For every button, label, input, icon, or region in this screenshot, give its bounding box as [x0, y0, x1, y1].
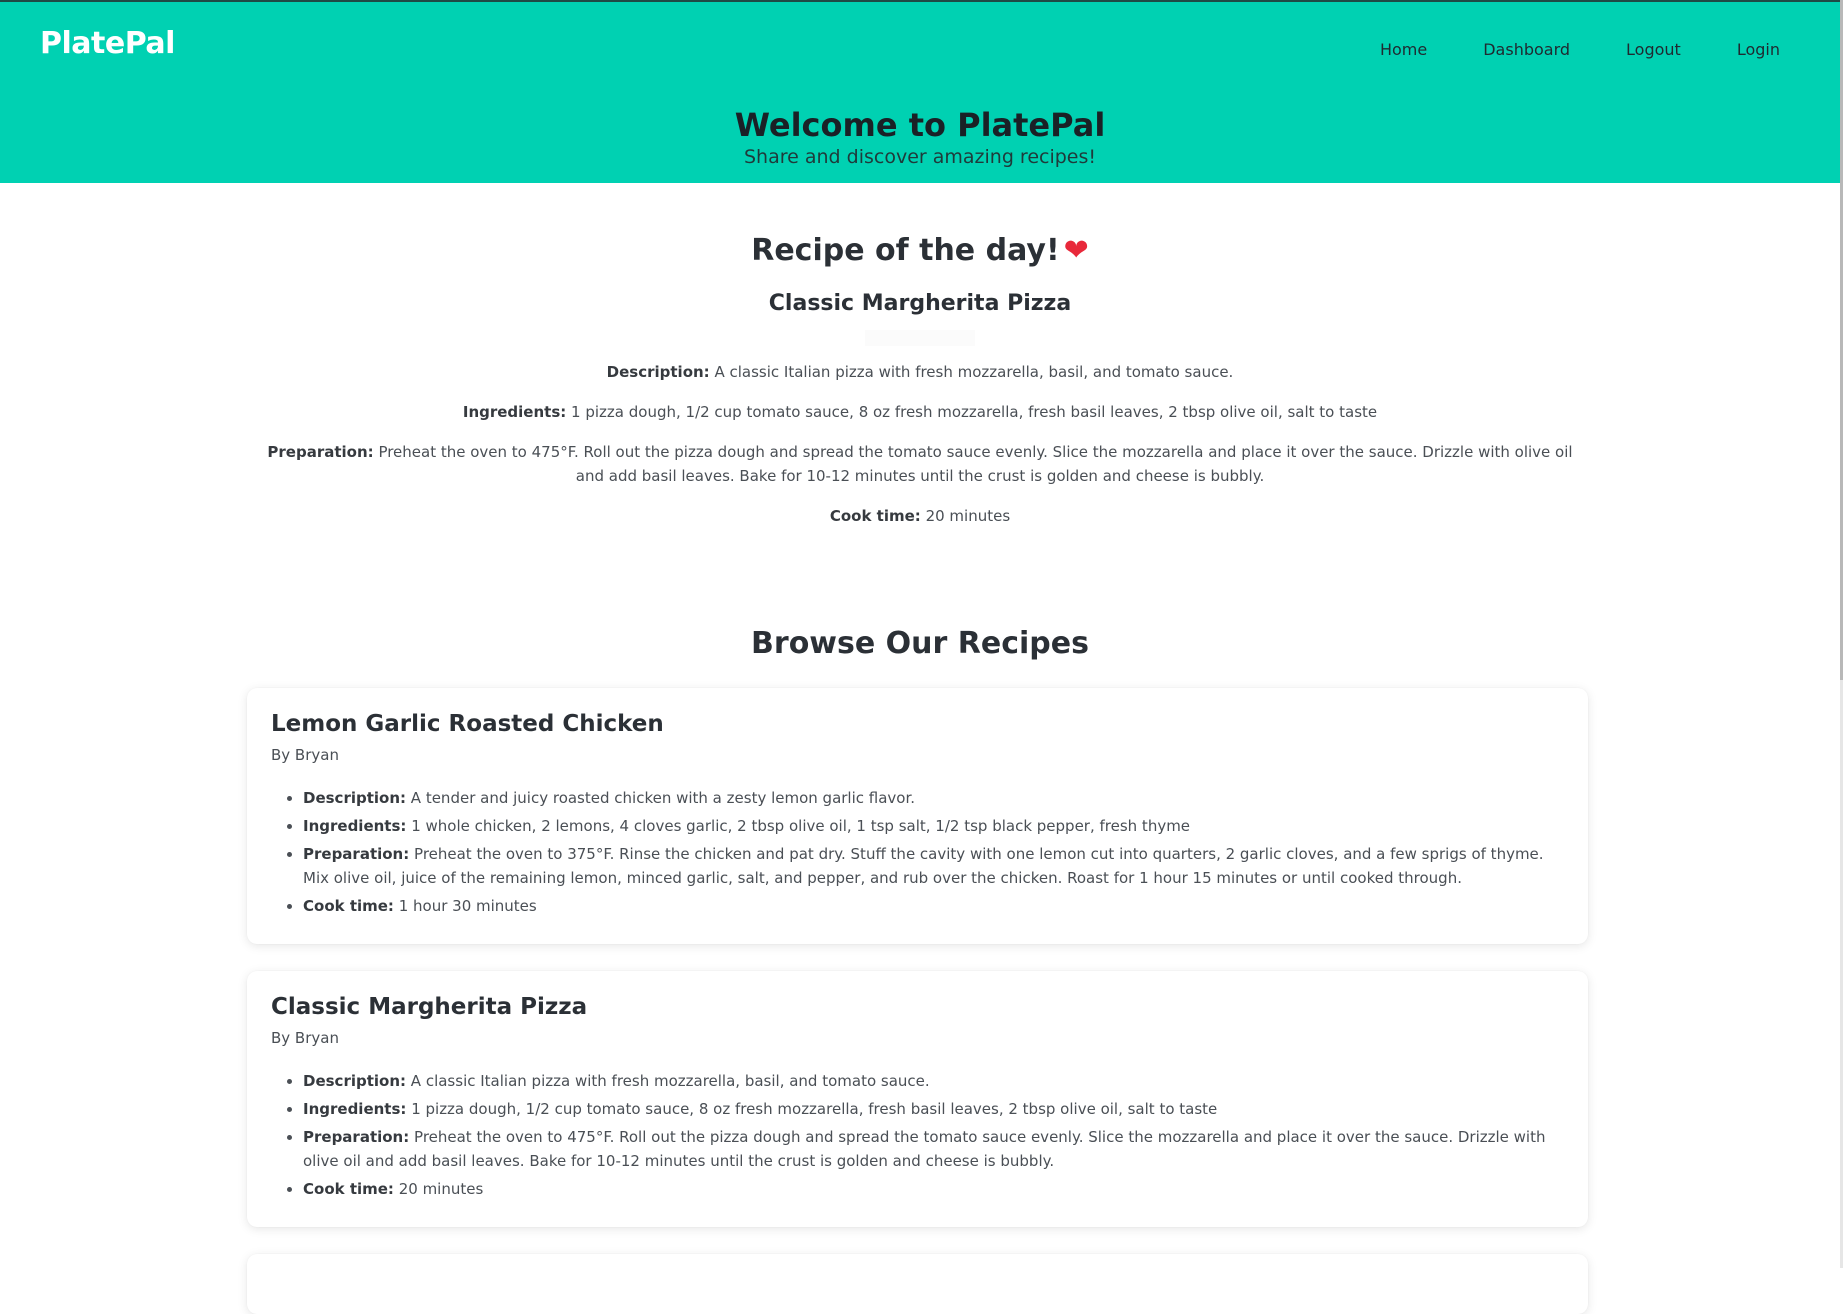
recipe-preparation-text: Preheat the oven to 375°F. Rinse the chi…: [303, 845, 1544, 887]
rotd-heading: Recipe of the day! ❤: [0, 230, 1840, 272]
rotd-description-text: A classic Italian pizza with fresh mozza…: [714, 363, 1234, 381]
recipe-card[interactable]: Lemon Garlic Roasted Chicken By Bryan De…: [247, 688, 1588, 944]
recipe-preparation: Preparation: Preheat the oven to 375°F. …: [303, 842, 1564, 890]
rotd-cook-time-text: 20 minutes: [925, 507, 1011, 525]
hero-title: Welcome to PlatePal: [734, 106, 1106, 144]
recipe-ingredients-text: 1 pizza dough, 1/2 cup tomato sauce, 8 o…: [411, 1100, 1218, 1118]
recipe-ingredients-label: Ingredients:: [303, 817, 407, 835]
rotd-preparation-label: Preparation:: [267, 443, 374, 461]
recipe-cook-time: Cook time: 20 minutes: [303, 1177, 1564, 1201]
recipe-card-author: By Bryan: [271, 1029, 339, 1047]
recipe-cook-time-label: Cook time:: [303, 1180, 394, 1198]
rotd-recipe-name: Classic Margherita Pizza: [768, 291, 1072, 316]
rotd-image-placeholder: [865, 330, 975, 346]
recipe-description-label: Description:: [303, 1072, 407, 1090]
rotd-description-label: Description:: [606, 363, 710, 381]
recipe-card-author: By Bryan: [271, 746, 339, 764]
nav-dashboard-link[interactable]: Dashboard: [1455, 36, 1598, 63]
recipe-cook-time-text: 1 hour 30 minutes: [398, 897, 537, 915]
rotd-ingredients-label: Ingredients:: [462, 403, 567, 421]
recipe-ingredients-text: 1 whole chicken, 2 lemons, 4 cloves garl…: [411, 817, 1191, 835]
recipe-card-partial[interactable]: [247, 1254, 1588, 1314]
recipe-ingredients: Ingredients: 1 whole chicken, 2 lemons, …: [303, 814, 1564, 838]
recipe-description-text: A classic Italian pizza with fresh mozza…: [410, 1072, 930, 1090]
recipe-description-text: A tender and juicy roasted chicken with …: [410, 789, 916, 807]
recipe-preparation: Preparation: Preheat the oven to 475°F. …: [303, 1125, 1564, 1173]
recipe-description: Description: A tender and juicy roasted …: [303, 786, 1564, 810]
rotd-cook-time: Cook time: 20 minutes: [260, 504, 1580, 528]
recipe-card-title[interactable]: Lemon Garlic Roasted Chicken: [271, 708, 1564, 740]
nav-logout-link[interactable]: Logout: [1598, 36, 1709, 63]
brand-logo[interactable]: PlatePal: [40, 26, 175, 61]
recipe-description: Description: A classic Italian pizza wit…: [303, 1069, 1564, 1093]
recipe-preparation-label: Preparation:: [303, 1128, 410, 1146]
rotd-preparation: Preparation: Preheat the oven to 475°F. …: [260, 440, 1580, 488]
recipe-card-title[interactable]: Classic Margherita Pizza: [271, 991, 1564, 1023]
recipe-description-label: Description:: [303, 789, 407, 807]
recipe-cook-time: Cook time: 1 hour 30 minutes: [303, 894, 1564, 918]
rotd-description: Description: A classic Italian pizza wit…: [260, 360, 1580, 384]
browse-recipes-title: Browse Our Recipes: [751, 626, 1089, 661]
recipe-details-list: Description: A classic Italian pizza wit…: [271, 1069, 1564, 1201]
recipe-cook-time-text: 20 minutes: [398, 1180, 484, 1198]
recipe-preparation-text: Preheat the oven to 475°F. Roll out the …: [303, 1128, 1546, 1170]
recipe-cook-time-label: Cook time:: [303, 897, 394, 915]
recipe-preparation-label: Preparation:: [303, 845, 410, 863]
rotd-preparation-text: Preheat the oven to 475°F. Roll out the …: [378, 443, 1573, 485]
rotd-ingredients-text: 1 pizza dough, 1/2 cup tomato sauce, 8 o…: [571, 403, 1378, 421]
recipe-details-list: Description: A tender and juicy roasted …: [271, 786, 1564, 918]
nav-login-link[interactable]: Login: [1709, 36, 1780, 63]
recipe-of-the-day: Recipe of the day! ❤ Classic Margherita P…: [0, 230, 1840, 528]
recipe-ingredients-label: Ingredients:: [303, 1100, 407, 1118]
hero-header: PlatePal Home Dashboard Logout Login Wel…: [0, 2, 1840, 183]
nav-home-link[interactable]: Home: [1352, 36, 1455, 63]
rotd-ingredients: Ingredients: 1 pizza dough, 1/2 cup toma…: [260, 400, 1580, 424]
hero-subtitle: Share and discover amazing recipes!: [743, 146, 1096, 168]
rotd-heading-text: Recipe of the day!: [751, 233, 1060, 268]
rotd-cook-time-label: Cook time:: [829, 507, 921, 525]
heart-icon: ❤: [1063, 233, 1089, 268]
main-nav: Home Dashboard Logout Login: [1352, 36, 1780, 63]
recipe-card[interactable]: Classic Margherita Pizza By Bryan Descri…: [247, 971, 1588, 1227]
recipe-ingredients: Ingredients: 1 pizza dough, 1/2 cup toma…: [303, 1097, 1564, 1121]
